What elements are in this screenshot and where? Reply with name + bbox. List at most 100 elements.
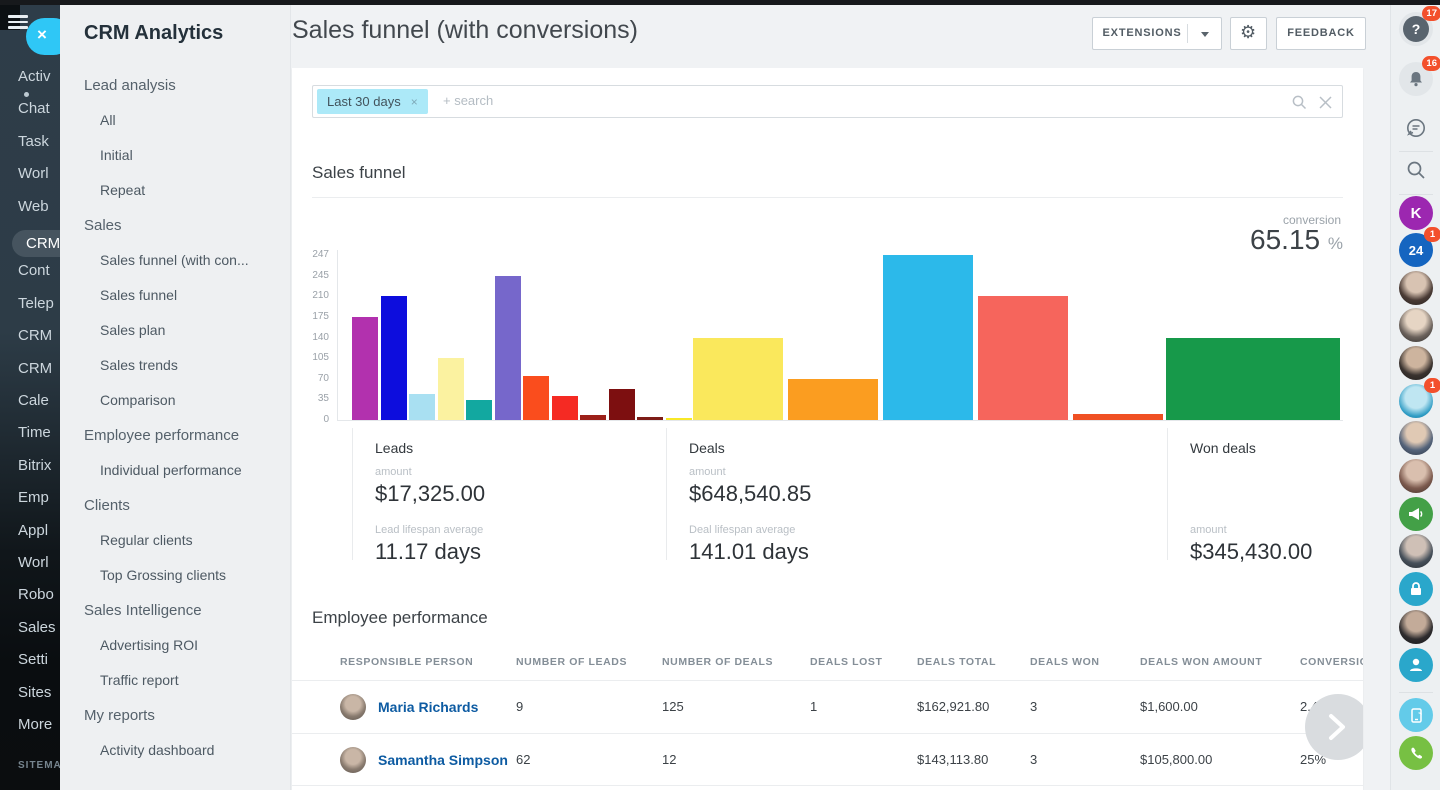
clear-search-icon[interactable]: [1319, 96, 1332, 109]
sidebar-item-more[interactable]: More: [18, 716, 60, 733]
person-icon[interactable]: [1399, 648, 1433, 682]
filter-chip-last-30-days[interactable]: Last 30 days×: [317, 89, 428, 114]
menu-item-sales-trends[interactable]: Sales trends: [60, 348, 290, 383]
avatar[interactable]: [1399, 534, 1433, 568]
sidebar-item-cont[interactable]: Cont: [18, 262, 60, 279]
sidebar-item-task[interactable]: Task: [18, 133, 60, 150]
menu-item-traffic-report[interactable]: Traffic report: [60, 663, 290, 698]
extensions-button[interactable]: EXTENSIONS: [1092, 17, 1222, 50]
avatar[interactable]: [1399, 308, 1433, 342]
chevron-down-icon[interactable]: [1201, 32, 1209, 37]
phone-icon[interactable]: [1399, 736, 1433, 770]
sidebar-item-time[interactable]: Time: [18, 424, 60, 441]
menu-item-repeat[interactable]: Repeat: [60, 173, 290, 208]
menu-item-advertising-roi[interactable]: Advertising ROI: [60, 628, 290, 663]
column-header-conversion[interactable]: CONVERSION: [1300, 656, 1363, 668]
sidebar-item-worl[interactable]: Worl: [18, 554, 60, 571]
close-menu-button[interactable]: ×: [26, 18, 60, 55]
sidebar-item-sales[interactable]: Sales: [18, 619, 60, 636]
funnel-bar-0[interactable]: [352, 317, 378, 420]
search-icon[interactable]: [1399, 153, 1433, 187]
sitemap-link[interactable]: SITEMAP: [18, 760, 60, 771]
avatar[interactable]: [1399, 271, 1433, 305]
funnel-bar-11[interactable]: [666, 418, 692, 420]
avatar[interactable]: [1399, 346, 1433, 380]
lock-icon[interactable]: [1399, 572, 1433, 606]
megaphone-icon[interactable]: [1399, 497, 1433, 531]
column-header-deals-won[interactable]: DEALS WON: [1030, 656, 1100, 668]
avatar[interactable]: 1: [1399, 384, 1433, 418]
funnel-bar-10[interactable]: [637, 417, 663, 420]
menu-item-sales-plan[interactable]: Sales plan: [60, 313, 290, 348]
funnel-bar-4[interactable]: [466, 400, 492, 420]
funnel-bar-13[interactable]: [788, 379, 878, 420]
search-icon[interactable]: [1292, 95, 1307, 110]
hamburger-icon[interactable]: [8, 15, 28, 29]
menu-item-sales-funnel[interactable]: Sales funnel: [60, 278, 290, 313]
funnel-bar-14[interactable]: [883, 255, 973, 420]
sidebar-item-appl[interactable]: Appl: [18, 522, 60, 539]
menu-item-regular-clients[interactable]: Regular clients: [60, 523, 290, 558]
person-link[interactable]: Samantha Simpson: [378, 752, 508, 768]
avatar[interactable]: K: [1399, 196, 1433, 230]
table-cell: 125: [662, 699, 684, 714]
funnel-bar-15[interactable]: [978, 296, 1068, 420]
funnel-bar-9[interactable]: [609, 389, 635, 420]
funnel-bar-16[interactable]: [1073, 414, 1163, 421]
sidebar-item-setti[interactable]: Setti: [18, 651, 60, 668]
column-header-number-of-leads[interactable]: NUMBER OF LEADS: [516, 656, 627, 668]
column-header-number-of-deals[interactable]: NUMBER OF DEALS: [662, 656, 773, 668]
menu-item-all[interactable]: All: [60, 103, 290, 138]
column-header-responsible-person[interactable]: RESPONSIBLE PERSON: [340, 656, 473, 668]
filter-bar[interactable]: Last 30 days× + search: [312, 85, 1343, 118]
funnel-bar-12[interactable]: [693, 338, 783, 420]
device-icon[interactable]: [1399, 698, 1433, 732]
funnel-bar-5[interactable]: [495, 276, 521, 420]
sidebar-item-crm[interactable]: CRM: [18, 327, 60, 344]
chevron-right-icon: [1325, 712, 1351, 742]
sidebar-item-robo[interactable]: Robo: [18, 586, 60, 603]
sidebar-item-sites[interactable]: Sites: [18, 684, 60, 701]
menu-item-top-grossing-clients[interactable]: Top Grossing clients: [60, 558, 290, 593]
menu-item-initial[interactable]: Initial: [60, 138, 290, 173]
avatar[interactable]: [1399, 421, 1433, 455]
menu-item-activity-dashboard[interactable]: Activity dashboard: [60, 733, 290, 768]
funnel-bar-17[interactable]: [1166, 338, 1340, 420]
sidebar-item-web[interactable]: Web: [18, 198, 60, 215]
chip-remove-icon[interactable]: ×: [411, 95, 418, 109]
funnel-bar-3[interactable]: [438, 358, 464, 420]
column-header-deals-won-amount[interactable]: DEALS WON AMOUNT: [1140, 656, 1262, 668]
sidebar-item-crm[interactable]: CRM: [12, 230, 60, 257]
scroll-right-button[interactable]: [1305, 694, 1363, 760]
avatar[interactable]: 241: [1399, 233, 1433, 267]
avatar[interactable]: [1399, 459, 1433, 493]
menu-item-individual-performance[interactable]: Individual performance: [60, 453, 290, 488]
help-icon[interactable]: ?17: [1399, 12, 1433, 46]
menu-item-comparison[interactable]: Comparison: [60, 383, 290, 418]
sidebar-item-bitrix[interactable]: Bitrix: [18, 457, 60, 474]
funnel-bar-6[interactable]: [523, 376, 549, 420]
sidebar-item-crm[interactable]: CRM: [18, 360, 60, 377]
funnel-bar-2[interactable]: [409, 394, 435, 420]
sidebar-item-cale[interactable]: Cale: [18, 392, 60, 409]
column-header-deals-lost[interactable]: DEALS LOST: [810, 656, 883, 668]
avatar[interactable]: [1399, 610, 1433, 644]
column-header-deals-total[interactable]: DEALS TOTAL: [917, 656, 996, 668]
bell-icon[interactable]: 16: [1399, 62, 1433, 96]
stat-block-leads: Leadsamount$17,325.00Lead lifespan avera…: [352, 428, 666, 560]
funnel-bar-8[interactable]: [580, 415, 606, 420]
sidebar-item-emp[interactable]: Emp: [18, 489, 60, 506]
person-link[interactable]: Maria Richards: [378, 699, 478, 715]
settings-button[interactable]: ⚙: [1230, 17, 1267, 50]
sidebar-item-activ[interactable]: Activ: [18, 68, 60, 85]
feedback-button[interactable]: FEEDBACK: [1276, 17, 1366, 50]
sidebar-item-chat[interactable]: Chat: [18, 100, 60, 117]
sidebar-item-worl[interactable]: Worl: [18, 165, 60, 182]
chat-icon[interactable]: [1399, 111, 1433, 145]
funnel-bar-7[interactable]: [552, 396, 578, 420]
table-cell: $162,921.80: [917, 699, 989, 714]
funnel-bar-1[interactable]: [381, 296, 407, 420]
menu-item-sales-funnel-with-con-[interactable]: Sales funnel (with con...: [60, 243, 290, 278]
sidebar-item-telep[interactable]: Telep: [18, 295, 60, 312]
search-input[interactable]: + search: [443, 93, 493, 108]
